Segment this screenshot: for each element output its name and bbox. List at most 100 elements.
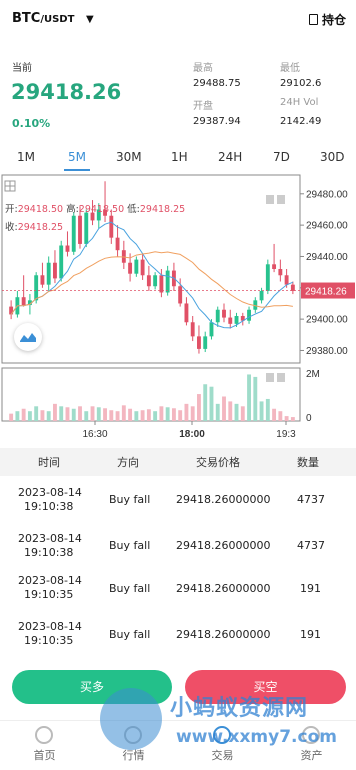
volume-bar xyxy=(284,416,289,421)
candle-body xyxy=(84,212,89,244)
position-label: 持仓 xyxy=(321,13,346,27)
y-tick-label: 29400.00 xyxy=(306,315,348,326)
position-button[interactable]: 持仓 xyxy=(308,11,346,28)
volume-bar xyxy=(128,408,133,421)
volume-bar xyxy=(84,411,89,421)
trade-time: 19:10:38 xyxy=(24,500,74,513)
trade-row: 2023-08-14 19:10:38 Buy fall 29418.26000… xyxy=(0,524,356,570)
candle-body xyxy=(278,269,283,276)
ohlc-close-label: 收: xyxy=(5,222,18,233)
current-label: 当前 xyxy=(12,63,32,74)
volume-bar xyxy=(46,411,51,421)
tab-30m[interactable]: 30M xyxy=(116,150,142,164)
volume-bar xyxy=(253,376,258,421)
candle-body xyxy=(265,264,270,291)
volume-bar xyxy=(103,408,107,421)
volume-bar xyxy=(203,384,208,421)
candle-body xyxy=(140,259,145,276)
candle-body xyxy=(178,286,183,304)
x-tick-label: 16:30 xyxy=(82,429,107,440)
candle-body xyxy=(215,309,220,323)
pair-quote: /USDT xyxy=(40,14,75,25)
volume-bar xyxy=(278,411,283,421)
nav-label: 交易 xyxy=(211,749,234,762)
volume-bar xyxy=(171,408,176,421)
trade-time: 19:10:38 xyxy=(24,546,74,559)
candle-body xyxy=(284,275,289,285)
volume-bar xyxy=(265,398,270,421)
vol-panel-close-icon xyxy=(277,373,285,382)
tab-1h[interactable]: 1H xyxy=(171,150,188,164)
trade-date: 2023-08-14 xyxy=(18,532,82,545)
trade-date: 2023-08-14 xyxy=(18,620,82,633)
candle-body xyxy=(165,270,170,293)
candle-body xyxy=(228,317,233,324)
ohlc-high-label: 高: xyxy=(66,204,79,215)
watermark-text: 小蚂蚁资源网 xyxy=(170,696,309,721)
candle-body xyxy=(109,215,114,238)
volume-bar xyxy=(272,408,277,421)
timeframe-tabs: 1M 5M 30M 1H 24H 7D 30D xyxy=(0,143,356,171)
volume-bar xyxy=(146,409,151,421)
volume-bar xyxy=(190,406,195,421)
volume-bar xyxy=(59,406,64,421)
volume-bar xyxy=(247,374,251,421)
y-tick-label: 29440.00 xyxy=(306,252,348,263)
volume-bar xyxy=(78,406,82,421)
candle-body xyxy=(146,275,151,287)
trades-header: 时间 方向 交易价格 数量 xyxy=(0,448,356,476)
volume-bar xyxy=(71,408,76,421)
panel-close-icon xyxy=(277,195,285,204)
header-direction: 方向 xyxy=(117,456,139,469)
watermark-logo xyxy=(100,688,162,750)
tab-7d[interactable]: 7D xyxy=(273,150,290,164)
chart-type-button[interactable] xyxy=(14,323,42,351)
header-time: 时间 xyxy=(38,456,60,469)
candle-body xyxy=(190,322,195,337)
volume-bar xyxy=(109,410,114,421)
tab-1m[interactable]: 1M xyxy=(17,150,35,164)
trade-qty: 4737 xyxy=(297,493,325,506)
tab-5m[interactable]: 5M xyxy=(68,150,86,164)
panel-menu-icon xyxy=(266,195,274,204)
current-price: 29418.26 xyxy=(11,80,122,104)
pair-selector[interactable]: BTC/USDT xyxy=(12,11,74,26)
volume-bar xyxy=(290,417,295,421)
candle-body xyxy=(222,309,226,318)
candle-body xyxy=(71,215,76,252)
candle-body xyxy=(290,284,295,291)
volume-bar xyxy=(153,411,158,421)
volume-bar xyxy=(165,407,170,421)
trade-date: 2023-08-14 xyxy=(18,574,82,587)
pair-base: BTC xyxy=(12,11,41,26)
tab-30d[interactable]: 30D xyxy=(320,150,345,164)
volume-bar xyxy=(9,413,14,421)
open-value: 29387.94 xyxy=(193,116,241,127)
caret-down-icon[interactable]: ▼ xyxy=(86,14,94,25)
volume-bar xyxy=(34,406,39,421)
header-bar: BTC/USDT ▼ 持仓 xyxy=(0,0,356,42)
ohlc-close: 29418.25 xyxy=(17,222,64,233)
trade-qty: 191 xyxy=(300,628,321,641)
candle-body xyxy=(34,275,39,301)
nav-label: 首页 xyxy=(33,749,56,762)
volume-bar xyxy=(234,403,239,421)
wave-icon xyxy=(20,333,36,342)
trade-row: 2023-08-14 19:10:38 Buy fall 29418.26000… xyxy=(0,478,356,524)
low-label: 最低 xyxy=(280,63,300,74)
candle-body xyxy=(184,303,189,323)
trade-row: 2023-08-14 19:10:35 Buy fall 29418.26000… xyxy=(0,570,356,616)
candle-body xyxy=(247,309,251,321)
volume-bar xyxy=(65,407,70,421)
kline-chart[interactable]: 29480.0029460.0029440.0029420.0029400.00… xyxy=(0,173,356,445)
nav-item-home[interactable]: 首页 xyxy=(0,721,89,770)
volume-bar xyxy=(222,396,226,421)
tab-24h[interactable]: 24H xyxy=(218,150,242,164)
low-value: 29102.6 xyxy=(280,78,322,89)
candle-body xyxy=(46,262,51,285)
open-label: 开盘 xyxy=(193,101,213,112)
watermark-url: www.xxmy7.com xyxy=(176,727,337,747)
volume-bar xyxy=(159,406,164,421)
candle-body xyxy=(115,237,120,251)
ohlc-high: 29418.50 xyxy=(78,204,125,215)
